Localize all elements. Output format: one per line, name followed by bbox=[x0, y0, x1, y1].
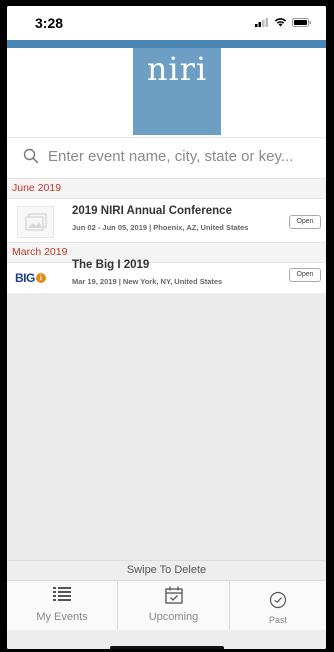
search-input[interactable]: Enter event name, city, state or key... bbox=[48, 148, 293, 165]
big-logo-text: BIG bbox=[15, 271, 35, 285]
status-bar: 3:28 bbox=[7, 6, 326, 40]
search-bar[interactable]: Enter event name, city, state or key... bbox=[7, 138, 326, 176]
battery-icon bbox=[292, 17, 311, 27]
clock-icon bbox=[269, 591, 287, 609]
event-title: 2019 NIRI Annual Conference bbox=[72, 205, 232, 217]
tab-label: My Events bbox=[36, 611, 88, 623]
open-button[interactable]: Open bbox=[289, 215, 321, 229]
section-label: March 2019 bbox=[12, 246, 68, 258]
section-header-june-2019: June 2019 bbox=[7, 178, 326, 199]
logo-text: niri bbox=[146, 50, 208, 88]
accent-bar bbox=[7, 40, 326, 48]
open-button[interactable]: Open bbox=[289, 268, 321, 282]
search-icon bbox=[23, 148, 39, 164]
signal-icon bbox=[255, 17, 268, 27]
list-icon bbox=[53, 587, 71, 601]
event-row[interactable]: 2019 NIRI Annual Conference Jun 02 - Jun… bbox=[7, 199, 326, 242]
event-meta: Mar 19, 2019 | New York, NY, United Stat… bbox=[72, 277, 223, 286]
event-title: The Big I 2019 bbox=[72, 259, 150, 271]
wifi-icon bbox=[274, 18, 287, 27]
app-screen: 3:28 niri Enter event name, city, state … bbox=[7, 6, 326, 649]
tab-label: Past bbox=[268, 615, 287, 625]
header: niri bbox=[7, 48, 326, 138]
swipe-hint-bar: Swipe To Delete bbox=[7, 560, 326, 580]
event-row[interactable]: BIG i The Big I 2019 Mar 19, 2019 | New … bbox=[7, 259, 326, 293]
event-meta: Jun 02 - Jun 05, 2019 | Phoenix, AZ, Uni… bbox=[72, 223, 249, 232]
tab-upcoming[interactable]: Upcoming bbox=[118, 581, 229, 631]
calendar-icon bbox=[164, 586, 183, 604]
tab-label: Upcoming bbox=[148, 611, 199, 623]
big-i-logo: BIG i bbox=[15, 271, 46, 285]
status-icons bbox=[255, 17, 312, 27]
empty-list-area bbox=[7, 293, 326, 560]
niri-logo: niri bbox=[133, 48, 221, 135]
big-logo-circle: i bbox=[35, 273, 46, 283]
home-indicator[interactable] bbox=[110, 646, 224, 649]
section-label: June 2019 bbox=[12, 182, 62, 194]
image-placeholder-icon bbox=[17, 206, 54, 238]
swipe-hint-text: Swipe To Delete bbox=[126, 564, 207, 576]
status-time: 3:28 bbox=[35, 15, 64, 31]
tab-past[interactable]: Past bbox=[230, 581, 326, 631]
tab-my-events[interactable]: My Events bbox=[7, 581, 117, 631]
section-header-march-2019: March 2019 bbox=[7, 242, 326, 263]
